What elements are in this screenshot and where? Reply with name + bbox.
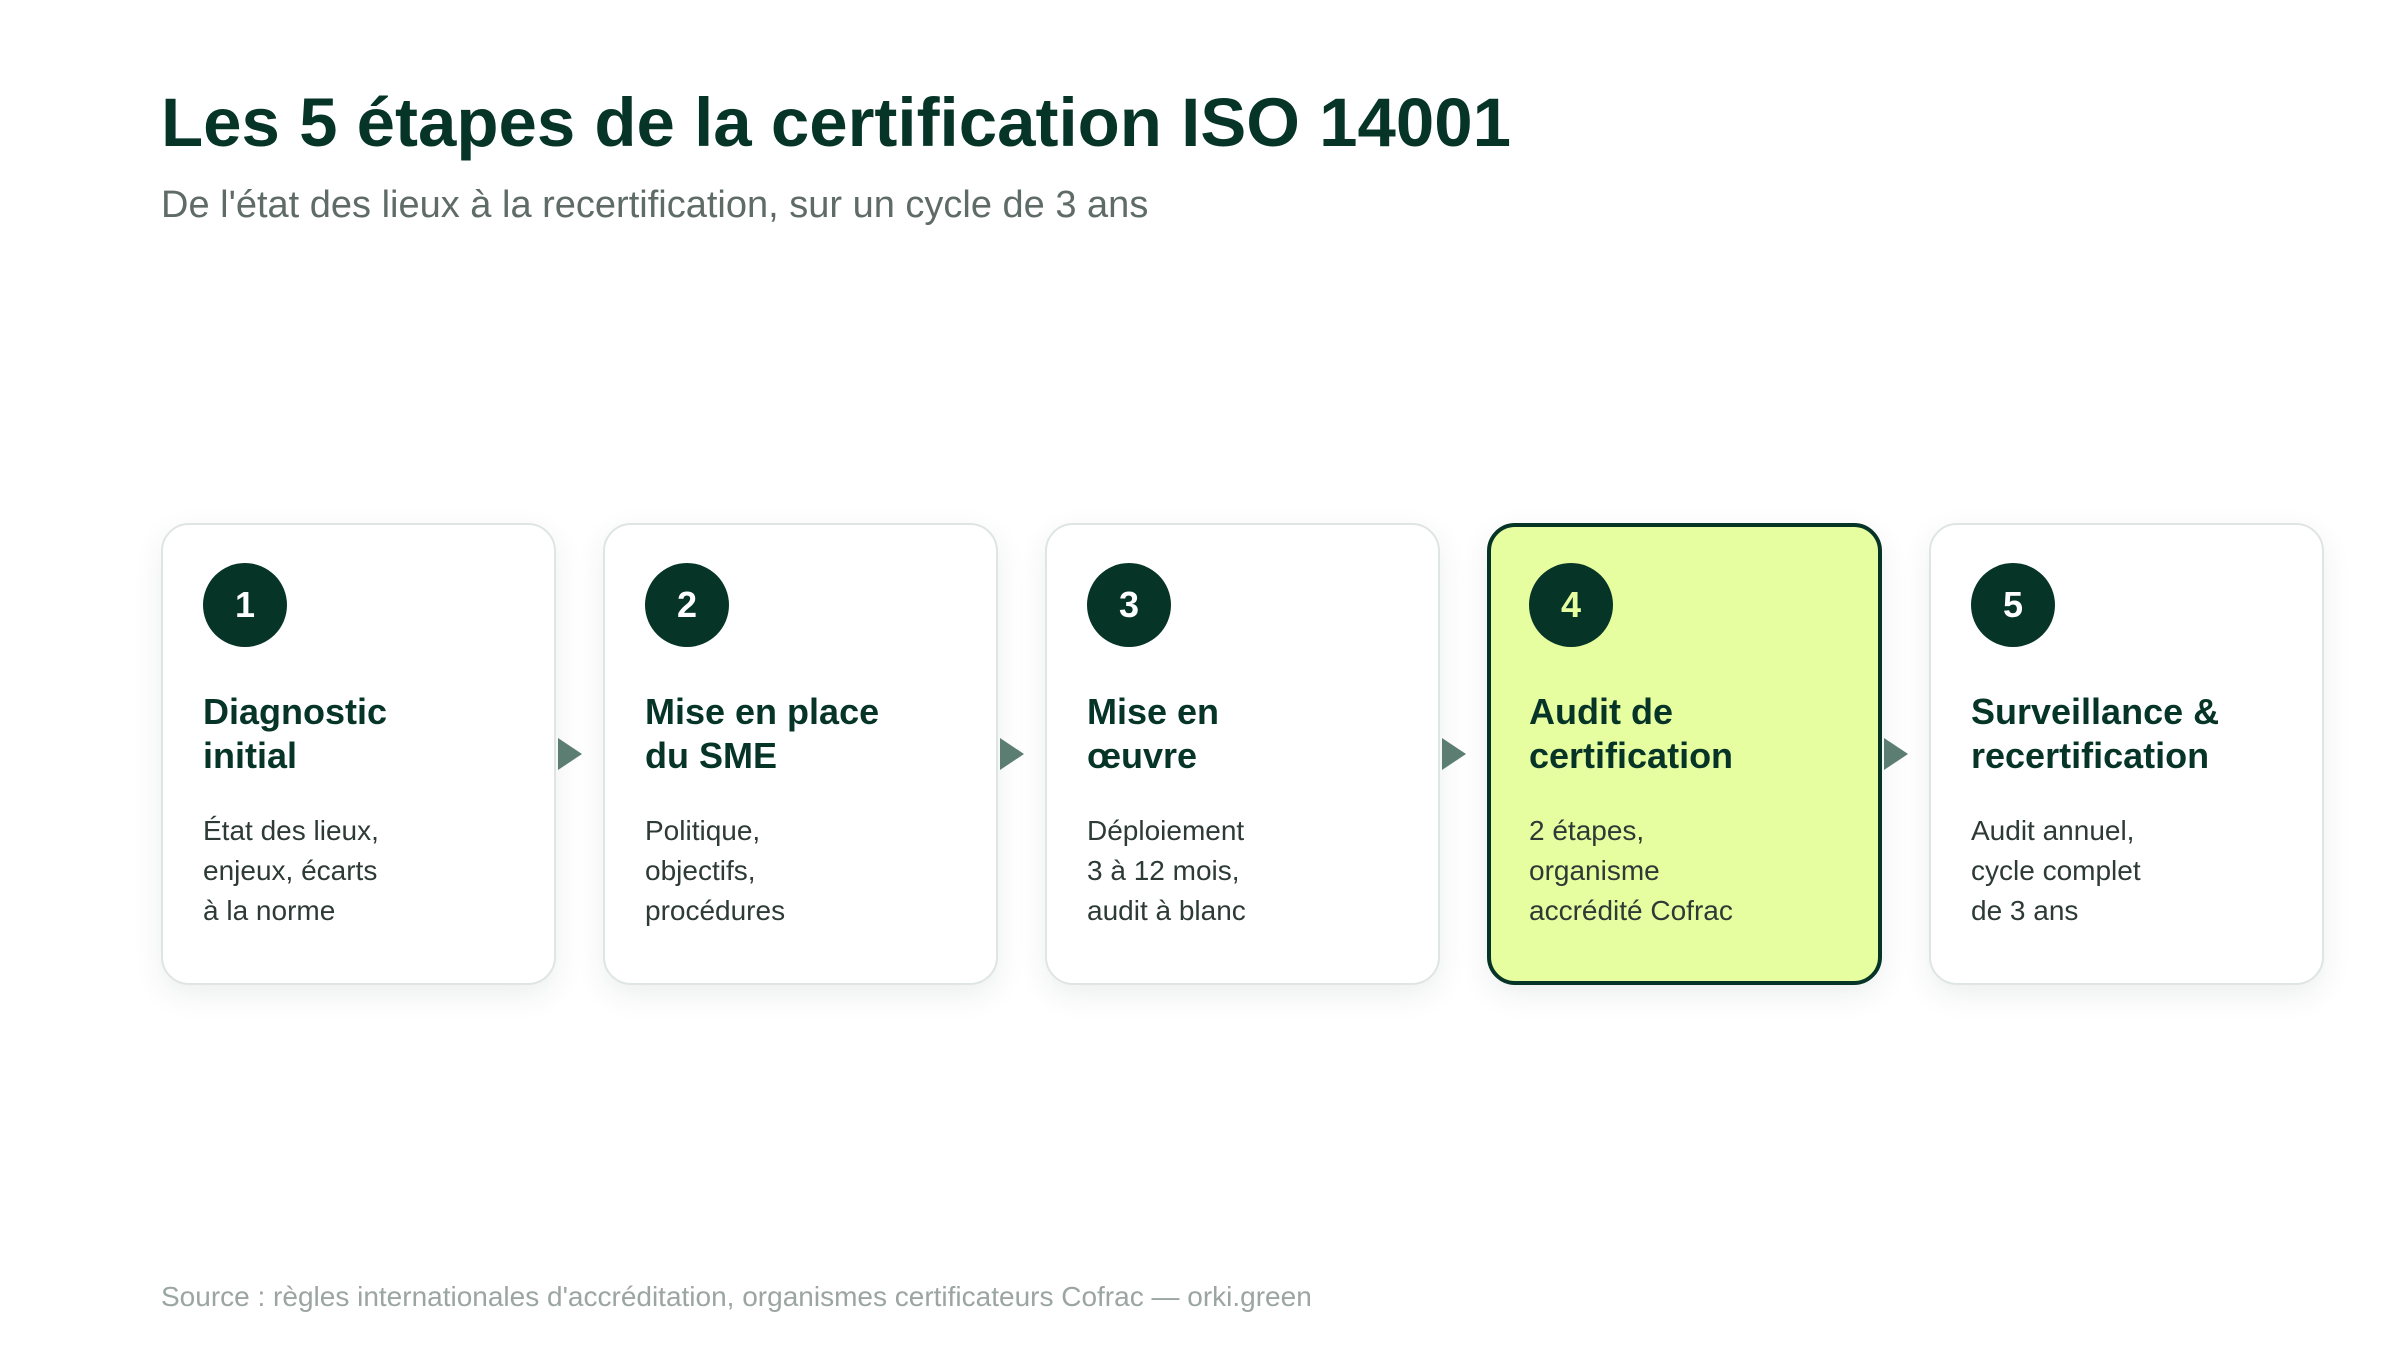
step-description-line: enjeux, écarts xyxy=(203,855,378,886)
step-number-badge: 4 xyxy=(1529,563,1613,647)
step-card-4-highlighted: 4 Audit de certification 2 étapes, organ… xyxy=(1487,523,1882,985)
step-title-line: Diagnostic xyxy=(203,691,388,732)
step-title-line: œuvre xyxy=(1087,735,1198,776)
step-description-line: audit à blanc xyxy=(1087,895,1246,926)
step-description-line: 2 étapes, xyxy=(1529,815,1645,846)
step-card-1: 1 Diagnostic initial État des lieux, enj… xyxy=(161,523,556,985)
arrow-right-icon xyxy=(1884,738,1908,770)
step-description-line: de 3 ans xyxy=(1971,895,2079,926)
process-steps: 1 Diagnostic initial État des lieux, enj… xyxy=(161,523,2324,985)
step-title-line: Surveillance & xyxy=(1971,691,2220,732)
step-title-line: recertification xyxy=(1971,735,2210,776)
step-number-badge: 5 xyxy=(1971,563,2055,647)
step-title-line: certification xyxy=(1529,735,1734,776)
page-subtitle: De l'état des lieux à la recertification… xyxy=(161,184,1149,226)
step-description-line: cycle complet xyxy=(1971,855,2141,886)
step-description: Déploiement 3 à 12 mois, audit à blanc xyxy=(1087,811,1417,931)
step-description: 2 étapes, organisme accrédité Cofrac xyxy=(1529,811,1859,931)
arrow-right-icon xyxy=(558,738,582,770)
step-card-2: 2 Mise en place du SME Politique, object… xyxy=(603,523,998,985)
step-title-line: Mise en xyxy=(1087,691,1220,732)
step-description: Audit annuel, cycle complet de 3 ans xyxy=(1971,811,2301,931)
step-title: Mise en œuvre xyxy=(1087,690,1417,778)
step-title-line: Mise en place xyxy=(645,691,880,732)
step-description-line: à la norme xyxy=(203,895,336,926)
step-number-badge: 1 xyxy=(203,563,287,647)
step-title: Mise en place du SME xyxy=(645,690,975,778)
step-title-line: Audit de xyxy=(1529,691,1673,732)
step-title-line: du SME xyxy=(645,735,777,776)
step-description-line: accrédité Cofrac xyxy=(1529,895,1733,926)
page-title: Les 5 étapes de la certification ISO 140… xyxy=(161,84,1511,161)
step-number-badge: 3 xyxy=(1087,563,1171,647)
step-number-badge: 2 xyxy=(645,563,729,647)
step-card-5: 5 Surveillance & recertification Audit a… xyxy=(1929,523,2324,985)
arrow-right-icon xyxy=(1000,738,1024,770)
step-description-line: organisme xyxy=(1529,855,1660,886)
step-description-line: objectifs, xyxy=(645,855,756,886)
step-description-line: État des lieux, xyxy=(203,815,379,846)
step-description: Politique, objectifs, procédures xyxy=(645,811,975,931)
step-description-line: procédures xyxy=(645,895,786,926)
step-description-line: Audit annuel, xyxy=(1971,815,2135,846)
arrow-right-icon xyxy=(1442,738,1466,770)
step-card-3: 3 Mise en œuvre Déploiement 3 à 12 mois,… xyxy=(1045,523,1440,985)
step-description-line: Politique, xyxy=(645,815,761,846)
step-description: État des lieux, enjeux, écarts à la norm… xyxy=(203,811,533,931)
step-title: Diagnostic initial xyxy=(203,690,533,778)
step-title: Audit de certification xyxy=(1529,690,1859,778)
source-footnote: Source : règles internationales d'accréd… xyxy=(161,1281,1312,1312)
step-title: Surveillance & recertification xyxy=(1971,690,2301,778)
step-description-line: Déploiement xyxy=(1087,815,1245,846)
step-description-line: 3 à 12 mois, xyxy=(1087,855,1240,886)
step-title-line: initial xyxy=(203,735,298,776)
